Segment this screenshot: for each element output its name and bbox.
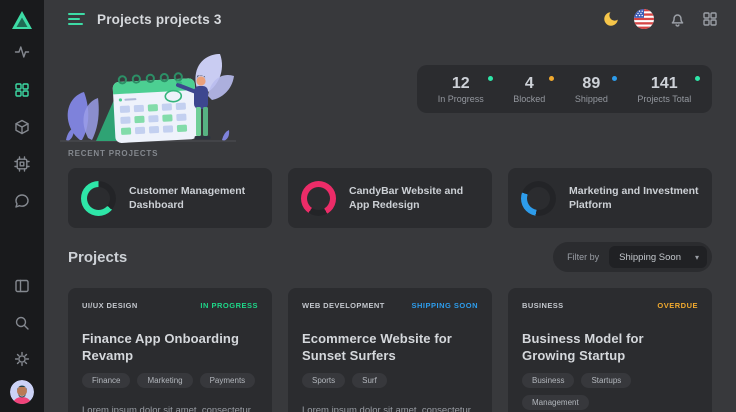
stat-dot xyxy=(549,76,554,81)
app-logo[interactable] xyxy=(0,7,44,33)
project-card[interactable]: BUSINESS OVERDUE Business Model for Grow… xyxy=(508,288,712,412)
stat-value: 4 xyxy=(525,75,534,93)
chevron-down-icon: ▾ xyxy=(695,253,699,262)
topbar-actions xyxy=(601,9,720,29)
filter-value: Shipping Soon xyxy=(619,252,681,263)
recent-project-card[interactable]: CandyBar Website and App Redesign xyxy=(288,168,492,228)
menu-toggle-button[interactable] xyxy=(68,13,85,25)
project-excerpt: Lorem ipsum dolor sit amet, consectetur xyxy=(82,405,258,412)
avatar-image xyxy=(10,380,34,404)
sidebar-item-search[interactable] xyxy=(0,311,44,335)
sidebar-item-messages[interactable] xyxy=(0,189,44,213)
filter-label: Filter by xyxy=(567,252,599,262)
sidebar-item-settings[interactable] xyxy=(0,347,44,371)
project-cards-row: UI/UX DESIGN IN PROGRESS Finance App Onb… xyxy=(68,288,712,412)
stat-dot xyxy=(488,76,493,81)
logo-triangle-icon xyxy=(11,10,33,30)
stat-dot xyxy=(695,76,700,81)
calendar-illustration xyxy=(58,52,238,147)
projects-heading: Projects xyxy=(68,249,127,266)
tag[interactable]: Marketing xyxy=(137,373,192,388)
stat-label: Blocked xyxy=(513,94,545,104)
activity-icon xyxy=(14,44,30,60)
user-avatar[interactable] xyxy=(10,380,34,404)
project-category: UI/UX DESIGN xyxy=(82,301,138,310)
chat-bubble-icon xyxy=(14,193,30,209)
tag[interactable]: Finance xyxy=(82,373,130,388)
stat-value: 89 xyxy=(582,75,600,93)
layout-columns-icon xyxy=(14,278,30,294)
project-title: Business Model for Growing Startup xyxy=(522,331,698,364)
project-title: Ecommerce Website for Sunset Surfers xyxy=(302,331,478,364)
recent-project-card[interactable]: Customer Management Dashboard xyxy=(68,168,272,228)
status-badge: IN PROGRESS xyxy=(200,301,258,310)
projects-header: Projects Filter by Shipping Soon ▾ xyxy=(68,241,712,273)
project-title: Finance App Onboarding Revamp xyxy=(82,331,258,364)
stat-projects-total: 141 Projects Total xyxy=(637,75,691,104)
project-tags: Finance Marketing Payments xyxy=(82,373,258,388)
sidebar-item-products[interactable] xyxy=(0,115,44,139)
sidebar-item-dashboard[interactable] xyxy=(0,78,44,102)
project-category: WEB DEVELOPMENT xyxy=(302,301,385,310)
stat-label: Projects Total xyxy=(637,94,691,104)
topbar: Projects projects 3 xyxy=(44,0,736,38)
notifications-button[interactable] xyxy=(667,9,687,29)
project-card[interactable]: WEB DEVELOPMENT SHIPPING SOON Ecommerce … xyxy=(288,288,492,412)
settings-gear-icon xyxy=(14,351,30,367)
filter-pill: Filter by Shipping Soon ▾ xyxy=(553,242,712,272)
filter-dropdown[interactable]: Shipping Soon ▾ xyxy=(609,246,707,268)
page-title: Projects projects 3 xyxy=(97,12,222,27)
tag[interactable]: Surf xyxy=(352,373,387,388)
recent-project-title: Marketing and Investment Platform xyxy=(569,184,700,212)
recent-project-title: Customer Management Dashboard xyxy=(129,184,260,212)
recent-projects-row: Customer Management Dashboard CandyBar W… xyxy=(68,168,712,228)
cpu-icon xyxy=(14,156,30,172)
project-category: BUSINESS xyxy=(522,301,564,310)
recent-project-card[interactable]: Marketing and Investment Platform xyxy=(508,168,712,228)
project-card[interactable]: UI/UX DESIGN IN PROGRESS Finance App Onb… xyxy=(68,288,272,412)
status-badge: OVERDUE xyxy=(657,301,698,310)
tag[interactable]: Startups xyxy=(581,373,631,388)
us-flag-icon xyxy=(634,9,654,29)
status-badge: SHIPPING SOON xyxy=(411,301,478,310)
stats-summary-card: 12 In Progress 4 Blocked 89 Shipped 141 … xyxy=(417,65,712,113)
progress-ring xyxy=(81,181,116,216)
recent-project-title: CandyBar Website and App Redesign xyxy=(349,184,480,212)
tag[interactable]: Management xyxy=(522,395,589,410)
sidebar-item-integrations[interactable] xyxy=(0,152,44,176)
language-selector[interactable] xyxy=(634,9,654,29)
project-excerpt: Lorem ipsum dolor sit amet, consectetur xyxy=(302,405,478,412)
project-tags: Business Startups Management xyxy=(522,373,698,410)
apps-menu-button[interactable] xyxy=(700,9,720,29)
stat-in-progress: 12 In Progress xyxy=(438,75,484,104)
stat-value: 141 xyxy=(651,75,678,93)
apps-grid-icon xyxy=(702,11,718,27)
project-card-header: BUSINESS OVERDUE xyxy=(522,301,698,310)
project-card-header: UI/UX DESIGN IN PROGRESS xyxy=(82,301,258,310)
stat-label: Shipped xyxy=(575,94,608,104)
sidebar-item-activity[interactable] xyxy=(0,40,44,64)
dark-mode-toggle[interactable] xyxy=(601,9,621,29)
stat-blocked: 4 Blocked xyxy=(513,75,545,104)
progress-ring xyxy=(521,181,556,216)
project-card-header: WEB DEVELOPMENT SHIPPING SOON xyxy=(302,301,478,310)
stat-value: 12 xyxy=(452,75,470,93)
tag[interactable]: Business xyxy=(522,373,574,388)
box-icon xyxy=(14,119,30,135)
sidebar-item-layout[interactable] xyxy=(0,274,44,298)
stat-label: In Progress xyxy=(438,94,484,104)
project-tags: Sports Surf xyxy=(302,373,478,388)
stat-dot xyxy=(612,76,617,81)
dashboard-grid-icon xyxy=(14,82,30,98)
moon-icon xyxy=(602,10,620,28)
search-icon xyxy=(14,315,30,331)
sidebar xyxy=(0,0,44,412)
tag[interactable]: Sports xyxy=(302,373,345,388)
bell-icon xyxy=(669,11,686,28)
progress-ring xyxy=(301,181,336,216)
recent-projects-label: RECENT PROJECTS xyxy=(68,149,158,158)
stat-shipped: 89 Shipped xyxy=(575,75,608,104)
tag[interactable]: Payments xyxy=(200,373,256,388)
main-content: 12 In Progress 4 Blocked 89 Shipped 141 … xyxy=(44,38,736,412)
